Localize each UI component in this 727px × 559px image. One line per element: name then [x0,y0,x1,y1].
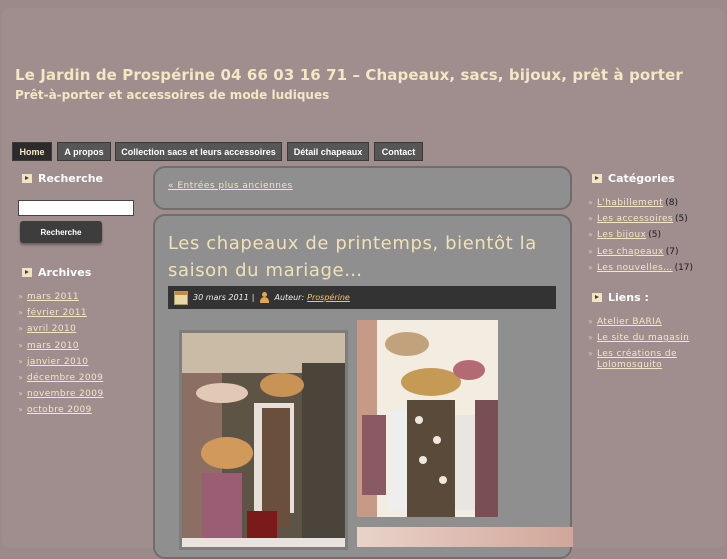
list-item: » Le site du magasin [588,333,690,344]
nav-home[interactable]: Home [12,142,52,161]
archive-link[interactable]: février 2011 [27,308,87,318]
links-list: » Atelier BARIA » Le site du magasin » Les … [588,317,697,371]
arrow-right-icon [22,174,32,183]
list-item: » avril 2010 [18,324,77,335]
archive-link[interactable]: mars 2010 [27,341,79,351]
categories-list: » L'habillement (8) » Les accessoires (5) » L… [588,198,693,279]
list-item: » Les bijoux (5) [588,230,661,241]
older-entries-link[interactable]: « Entrées plus anciennes [168,181,293,191]
list-item: » décembre 2009 [18,372,104,383]
category-link[interactable]: L'habillement [597,198,663,208]
links-heading: Liens : [592,291,649,304]
nav-collection-sacs[interactable]: Collection sacs et leurs accessoires [115,142,282,161]
list-item: » Les nouvelles… (17) [588,262,694,273]
archives-list: » mars 2011 » février 2011 » avril 2010 » ma… [18,292,104,422]
arrow-right-icon [592,174,602,183]
list-item: » L'habillement (8) [588,198,678,208]
category-count: (7) [665,246,679,257]
list-item: » octobre 2009 [18,405,92,416]
blogroll-link[interactable]: Le site du magasin [597,333,689,343]
category-count: (17) [674,262,694,273]
category-count: (8) [665,198,678,208]
site-description: Prêt-à-porter et accessoires de mode lud… [15,88,330,102]
archive-link[interactable]: mars 2011 [27,292,79,302]
post-photo-shop-window[interactable] [179,330,348,550]
post-date: 30 mars 2011 [193,293,249,302]
archive-link[interactable]: décembre 2009 [27,373,103,383]
meta-separator: | [251,293,255,302]
archive-link[interactable]: janvier 2010 [27,357,88,367]
archive-link[interactable]: octobre 2009 [27,405,92,415]
blogroll-link[interactable]: Atelier BARIA [597,317,662,327]
list-item: » Atelier BARIA [588,317,662,327]
category-link[interactable]: Les nouvelles… [597,263,673,273]
links-heading-label: Liens : [608,291,649,304]
site-title[interactable]: Le Jardin de Prospérine 04 66 03 16 71 –… [15,66,683,84]
list-item: » Les accessoires (5) [588,214,688,225]
category-link[interactable]: Les bijoux [597,230,646,240]
nav-a-propos[interactable]: A propos [57,142,111,161]
categories-heading: Catégories [592,172,675,185]
category-count: (5) [648,230,661,241]
arrow-right-icon [592,293,602,302]
list-item: » novembre 2009 [18,389,104,400]
search-input[interactable] [18,200,134,216]
archive-link[interactable]: avril 2010 [27,324,76,334]
shop-window-image [182,333,345,547]
nav-contact[interactable]: Contact [374,142,423,161]
search-button[interactable]: Recherche [20,221,102,243]
category-link[interactable]: Les chapeaux [597,247,664,257]
list-item: » mars 2010 [18,340,80,351]
list-item: » février 2011 [18,308,88,319]
category-link[interactable]: Les accessoires [597,214,673,224]
search-heading-label: Recherche [38,172,103,185]
post-photo-bottom[interactable] [357,527,573,547]
archives-heading: Archives [22,266,91,279]
list-item: » mars 2011 [18,292,80,302]
post-meta: 30 mars 2011 | Auteur: Prospérine [168,286,556,309]
post-title[interactable]: Les chapeaux de printemps, bientôt la sa… [168,230,563,284]
nav-detail-chapeaux[interactable]: Détail chapeaux [287,142,369,161]
categories-heading-label: Catégories [608,172,675,185]
list-item: » Les chapeaux (7) [588,246,679,257]
search-heading: Recherche [22,172,103,185]
archives-heading-label: Archives [38,266,92,279]
author-label: Auteur: [274,293,305,302]
list-item: » Les créations de Lolomosquito [588,349,697,371]
arrow-right-icon [22,268,32,277]
calendar-icon [174,290,188,305]
author-link[interactable]: Prospérine [307,293,350,302]
post-photo-hats[interactable] [357,320,498,517]
user-icon [259,292,270,303]
blogroll-link[interactable]: Les créations de Lolomosquito [597,349,697,371]
hats-image [357,320,498,517]
archive-link[interactable]: novembre 2009 [27,389,104,399]
list-item: » janvier 2010 [18,356,89,367]
category-count: (5) [675,214,688,225]
